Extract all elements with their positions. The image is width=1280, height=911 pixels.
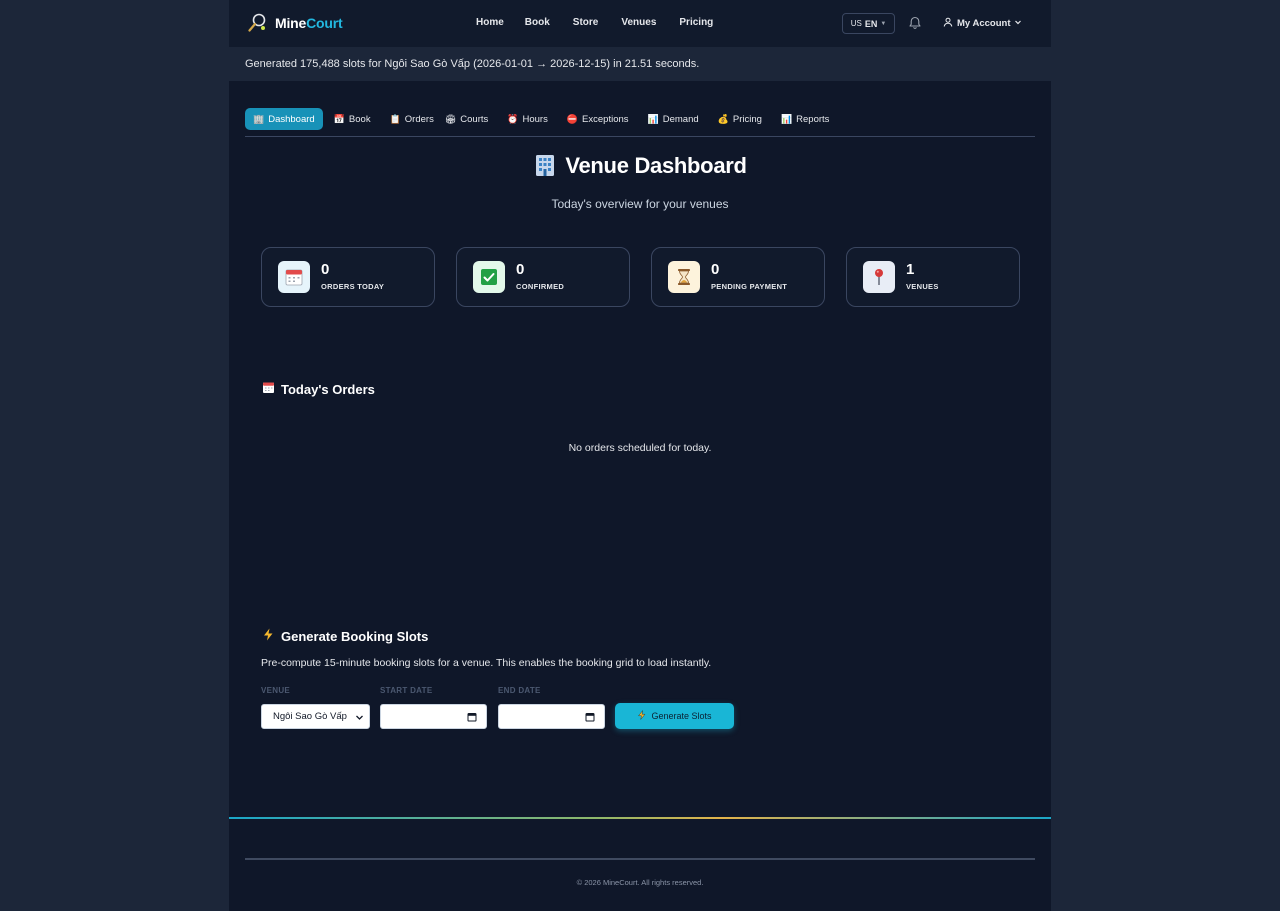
tab-book[interactable]: 📅 Book [326, 108, 379, 130]
tab-orders[interactable]: 📋 Orders [382, 108, 442, 130]
language-selector[interactable]: US EN ▼ [842, 13, 895, 34]
nav-link-home[interactable]: Home [476, 17, 504, 28]
stat-label: ORDERS TODAY [321, 282, 385, 291]
building-icon [533, 153, 557, 177]
tab-label: Pricing [732, 113, 762, 125]
tab-label: Orders [404, 113, 434, 125]
tabs-divider [245, 136, 1035, 137]
stat-value: 1 [906, 261, 915, 278]
footer-copyright: © 2026 MineCourt. All rights reserved. [576, 878, 704, 887]
stats-row: 0 ORDERS TODAY 0 CONFIRMED 0 PENDING PAY… [261, 247, 1020, 307]
stat-card-orders-today: 0 ORDERS TODAY [261, 247, 435, 307]
generate-slots-title: Generate Booking Slots [262, 628, 428, 644]
venue-select[interactable]: Ngôi Sao Gò Vấp [261, 704, 370, 729]
location-pin-icon [863, 261, 895, 293]
tab-exceptions[interactable]: ⛔ Exceptions [559, 108, 637, 130]
tab-label: Dashboard [268, 113, 315, 125]
alarm-clock-icon: ⏰ [507, 113, 519, 124]
chevron-down-icon [1014, 18, 1022, 29]
nav-link-book[interactable]: Book [525, 17, 550, 28]
stat-value: 0 [711, 261, 720, 278]
chevron-down-icon: ▼ [880, 20, 887, 27]
section-title-text: Generate Booking Slots [281, 628, 429, 644]
no-entry-icon: ⛔ [566, 113, 579, 124]
empty-orders-message: No orders scheduled for today. [568, 442, 712, 454]
stat-card-venues: 1 VENUES [846, 247, 1020, 307]
venue-label: VENUE [261, 686, 291, 695]
nav-link-store[interactable]: Store [573, 17, 599, 28]
tab-label: Exceptions [582, 113, 629, 125]
tab-label: Demand [662, 113, 699, 125]
calendar-icon [262, 381, 275, 397]
user-icon [943, 17, 953, 30]
footer-accent-line [229, 817, 1051, 819]
account-menu[interactable]: My Account [943, 17, 1022, 30]
calendar-picker-icon[interactable] [585, 712, 595, 725]
tab-reports[interactable]: 📊 Reports [773, 108, 837, 130]
brand-logo[interactable]: MineCourt [246, 12, 343, 34]
stat-value: 0 [321, 261, 330, 278]
stadium-icon: 🏟 [444, 113, 457, 124]
building-icon: 🏢 [253, 113, 265, 124]
stat-card-pending-payment: 0 PENDING PAYMENT [651, 247, 825, 307]
stat-label: PENDING PAYMENT [711, 282, 788, 291]
page-subtitle: Today's overview for your venues [551, 197, 729, 211]
lightning-icon [637, 710, 647, 722]
todays-orders-title: Today's Orders [262, 381, 375, 397]
clipboard-icon: 📋 [389, 113, 401, 124]
brand-name: MineCourt [275, 15, 343, 31]
tab-demand[interactable]: 📊 Demand [640, 108, 707, 130]
racket-icon [246, 12, 268, 34]
stat-value: 0 [516, 261, 525, 278]
section-title-text: Today's Orders [281, 381, 375, 397]
tab-pricing[interactable]: 💰 Pricing [710, 108, 770, 130]
generate-slots-button[interactable]: Generate Slots [615, 703, 734, 729]
main-nav: Home Book Store Venues Pricing [476, 17, 733, 28]
hourglass-icon [668, 261, 700, 293]
venue-select-value: Ngôi Sao Gò Vấp [273, 711, 347, 722]
flag-label: US [850, 19, 862, 28]
generate-description: Pre-compute 15-minute booking slots for … [261, 657, 712, 669]
start-date-input[interactable] [380, 704, 487, 729]
language-code: EN [864, 18, 878, 29]
lightning-icon [262, 628, 275, 644]
calendar-icon: 📅 [333, 113, 345, 124]
tab-courts[interactable]: 🏟 Courts [445, 108, 496, 130]
generate-slots-button-label: Generate Slots [651, 711, 712, 721]
calendar-picker-icon[interactable] [467, 712, 477, 725]
stat-label: VENUES [906, 282, 939, 291]
bell-icon[interactable] [908, 16, 922, 30]
nav-link-venues[interactable]: Venues [621, 17, 656, 28]
navbar: MineCourt Home Book Store Venues Pricing… [229, 0, 1051, 47]
stat-label: CONFIRMED [516, 282, 565, 291]
end-date-label: END DATE [498, 686, 541, 695]
money-bag-icon: 💰 [717, 113, 729, 124]
tab-dashboard[interactable]: 🏢 Dashboard [245, 108, 323, 130]
end-date-input[interactable] [498, 704, 605, 729]
bar-chart-icon: 📊 [780, 113, 793, 124]
tab-label: Hours [522, 113, 548, 125]
tab-label: Courts [460, 113, 489, 125]
calendar-icon [278, 261, 310, 293]
tab-label: Reports [796, 113, 830, 125]
account-label: My Account [957, 18, 1011, 29]
dashboard-tabs: 🏢 Dashboard 📅 Book 📋 Orders 🏟 Courts ⏰ H… [245, 108, 840, 130]
tab-hours[interactable]: ⏰ Hours [499, 108, 556, 130]
page-title-text: Venue Dashboard [565, 153, 747, 178]
chevron-down-icon [355, 713, 364, 725]
tab-label: Book [348, 113, 371, 125]
start-date-label: START DATE [380, 686, 433, 695]
bar-chart-icon: 📊 [647, 113, 659, 124]
footer-divider [245, 858, 1035, 860]
check-icon [473, 261, 505, 293]
stat-card-confirmed: 0 CONFIRMED [456, 247, 630, 307]
page-title: Venue Dashboard [229, 153, 1051, 179]
app-container: MineCourt Home Book Store Venues Pricing… [229, 0, 1051, 911]
success-banner: Generated 175,488 slots for Ngôi Sao Gò … [229, 47, 1051, 81]
nav-link-pricing[interactable]: Pricing [679, 17, 713, 28]
